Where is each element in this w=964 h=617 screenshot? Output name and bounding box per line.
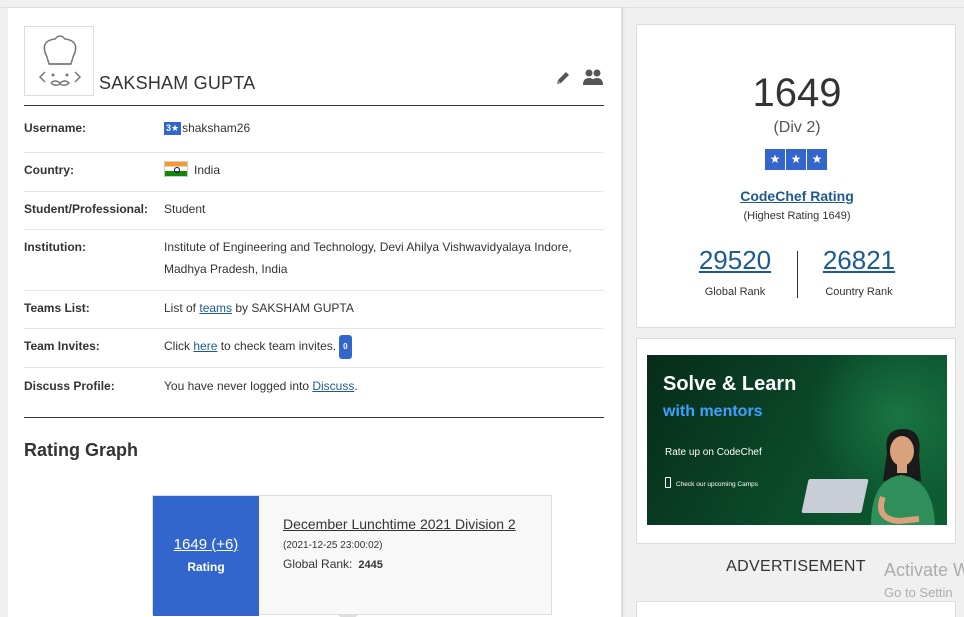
team-users-icon[interactable] — [582, 68, 604, 86]
discuss-row: Discuss Profile: You have never logged i… — [24, 368, 604, 407]
discuss-value: You have never logged into Discuss. — [164, 375, 604, 397]
profile-header: SAKSHAM GUPTA — [24, 24, 604, 106]
teams-row: Teams List: List of teams by SAKSHAM GUP… — [24, 291, 604, 329]
bottom-card — [636, 601, 956, 617]
student-row: Student/Professional: Student — [24, 192, 604, 230]
teams-value: List of teams by SAKSHAM GUPTA — [164, 297, 604, 319]
country-row: Country: India — [24, 153, 604, 192]
activation-watermark-sub: Go to Settin — [884, 585, 953, 600]
invites-suffix: to check team invites. — [217, 339, 337, 353]
star-icon: ★ — [786, 149, 806, 170]
student-value: Student — [164, 202, 206, 216]
teams-link[interactable]: teams — [199, 301, 232, 315]
ad-tagline: Rate up on CodeChef — [665, 447, 762, 458]
division: (Div 2) — [773, 119, 821, 136]
ad-banner[interactable]: Solve & Learn with mentors Rate up on Co… — [647, 355, 947, 525]
teams-label: Teams List: — [24, 301, 90, 315]
institution-label: Institution: — [24, 240, 86, 254]
chef-avatar-icon — [38, 35, 82, 87]
username-text: shaksham26 — [182, 121, 251, 135]
teams-prefix: List of — [164, 301, 200, 315]
country-rank-link[interactable]: 26821 — [809, 245, 909, 276]
profile-info-table: Username: 3★ shaksham26 Country: India St… — [24, 114, 604, 407]
mentor-illustration — [871, 429, 935, 525]
section-divider — [24, 417, 604, 418]
ad-title: Solve & Learn — [663, 373, 797, 395]
student-label: Student/Professional: — [24, 202, 149, 216]
star-icon: ★ — [765, 149, 785, 170]
rating-stars: ★ ★ ★ — [765, 149, 827, 170]
country-text: India — [194, 163, 221, 177]
rating-graph-title: Rating Graph — [24, 440, 139, 460]
tooltip-date: (2021-12-25 23:00:02) — [283, 540, 383, 551]
star-badge: 3★ — [164, 122, 182, 135]
activation-watermark: Activate W — [884, 560, 964, 580]
edit-pencil-icon[interactable] — [555, 70, 571, 86]
highest-rating: (Highest Rating 1649) — [743, 210, 851, 222]
username-row: Username: 3★ shaksham26 — [24, 114, 604, 153]
discuss-suffix: . — [354, 379, 358, 393]
rating-card: 1649 (Div 2) ★ ★ ★ CodeChef Rating (High… — [636, 24, 956, 328]
rating-graph-tooltip: 1649 (+6) Rating December Lunchtime 2021… — [152, 495, 552, 617]
invites-link[interactable]: here — [193, 339, 217, 353]
top-strip — [0, 0, 964, 8]
tooltip-global-rank-label: Global Rank: — [283, 557, 353, 571]
tooltip-contest-link[interactable]: December Lunchtime 2021 Division 2 — [283, 512, 533, 536]
tooltip-global-rank-value: 2445 — [358, 559, 383, 571]
username-label: Username: — [24, 121, 87, 135]
global-rank-link[interactable]: 29520 — [685, 245, 785, 276]
current-rating: 1649 — [752, 71, 842, 115]
global-rank-label: Global Rank — [704, 286, 766, 298]
ad-small-text: Check our upcoming Camps — [665, 477, 758, 488]
tooltip-rating-box: 1649 (+6) Rating — [153, 496, 259, 616]
profile-name: SAKSHAM GUPTA — [99, 73, 256, 93]
invites-value: Click here to check team invites. 0 — [164, 335, 604, 359]
avatar[interactable] — [24, 26, 94, 96]
ad-subtitle: with mentors — [663, 403, 763, 420]
invites-row: Team Invites: Click here to check team i… — [24, 329, 604, 368]
invites-label: Team Invites: — [24, 339, 100, 353]
discuss-prefix: You have never logged into — [164, 379, 313, 393]
country-value: India — [164, 159, 604, 181]
country-rank-label: Country Rank — [825, 286, 893, 298]
star-icon: ★ — [807, 149, 827, 170]
rank-separator — [797, 251, 798, 298]
tooltip-rating-label: Rating — [187, 560, 225, 574]
tooltip-global-rank: Global Rank: 2445 — [283, 557, 533, 571]
teams-suffix: by SAKSHAM GUPTA — [232, 301, 354, 315]
invites-prefix: Click — [164, 339, 194, 353]
discuss-label: Discuss Profile: — [24, 379, 115, 393]
username-value: 3★ shaksham26 — [164, 117, 604, 139]
codechef-rating-link[interactable]: CodeChef Rating — [637, 188, 957, 204]
country-label: Country: — [24, 163, 74, 177]
invites-count-badge: 0 — [339, 335, 352, 359]
tooltip-details: December Lunchtime 2021 Division 2 (2021… — [283, 512, 533, 571]
institution-value: Institute of Engineering and Technology,… — [164, 240, 572, 276]
institution-row: Institution: Institute of Engineering an… — [24, 230, 604, 291]
discuss-link[interactable]: Discuss — [312, 379, 354, 393]
ad-card: Solve & Learn with mentors Rate up on Co… — [636, 338, 956, 544]
tooltip-rating[interactable]: 1649 (+6) — [153, 536, 259, 553]
profile-panel: SAKSHAM GUPTA Username: 3★ shaksham26 Cou… — [8, 8, 623, 617]
india-flag-icon — [164, 161, 188, 177]
